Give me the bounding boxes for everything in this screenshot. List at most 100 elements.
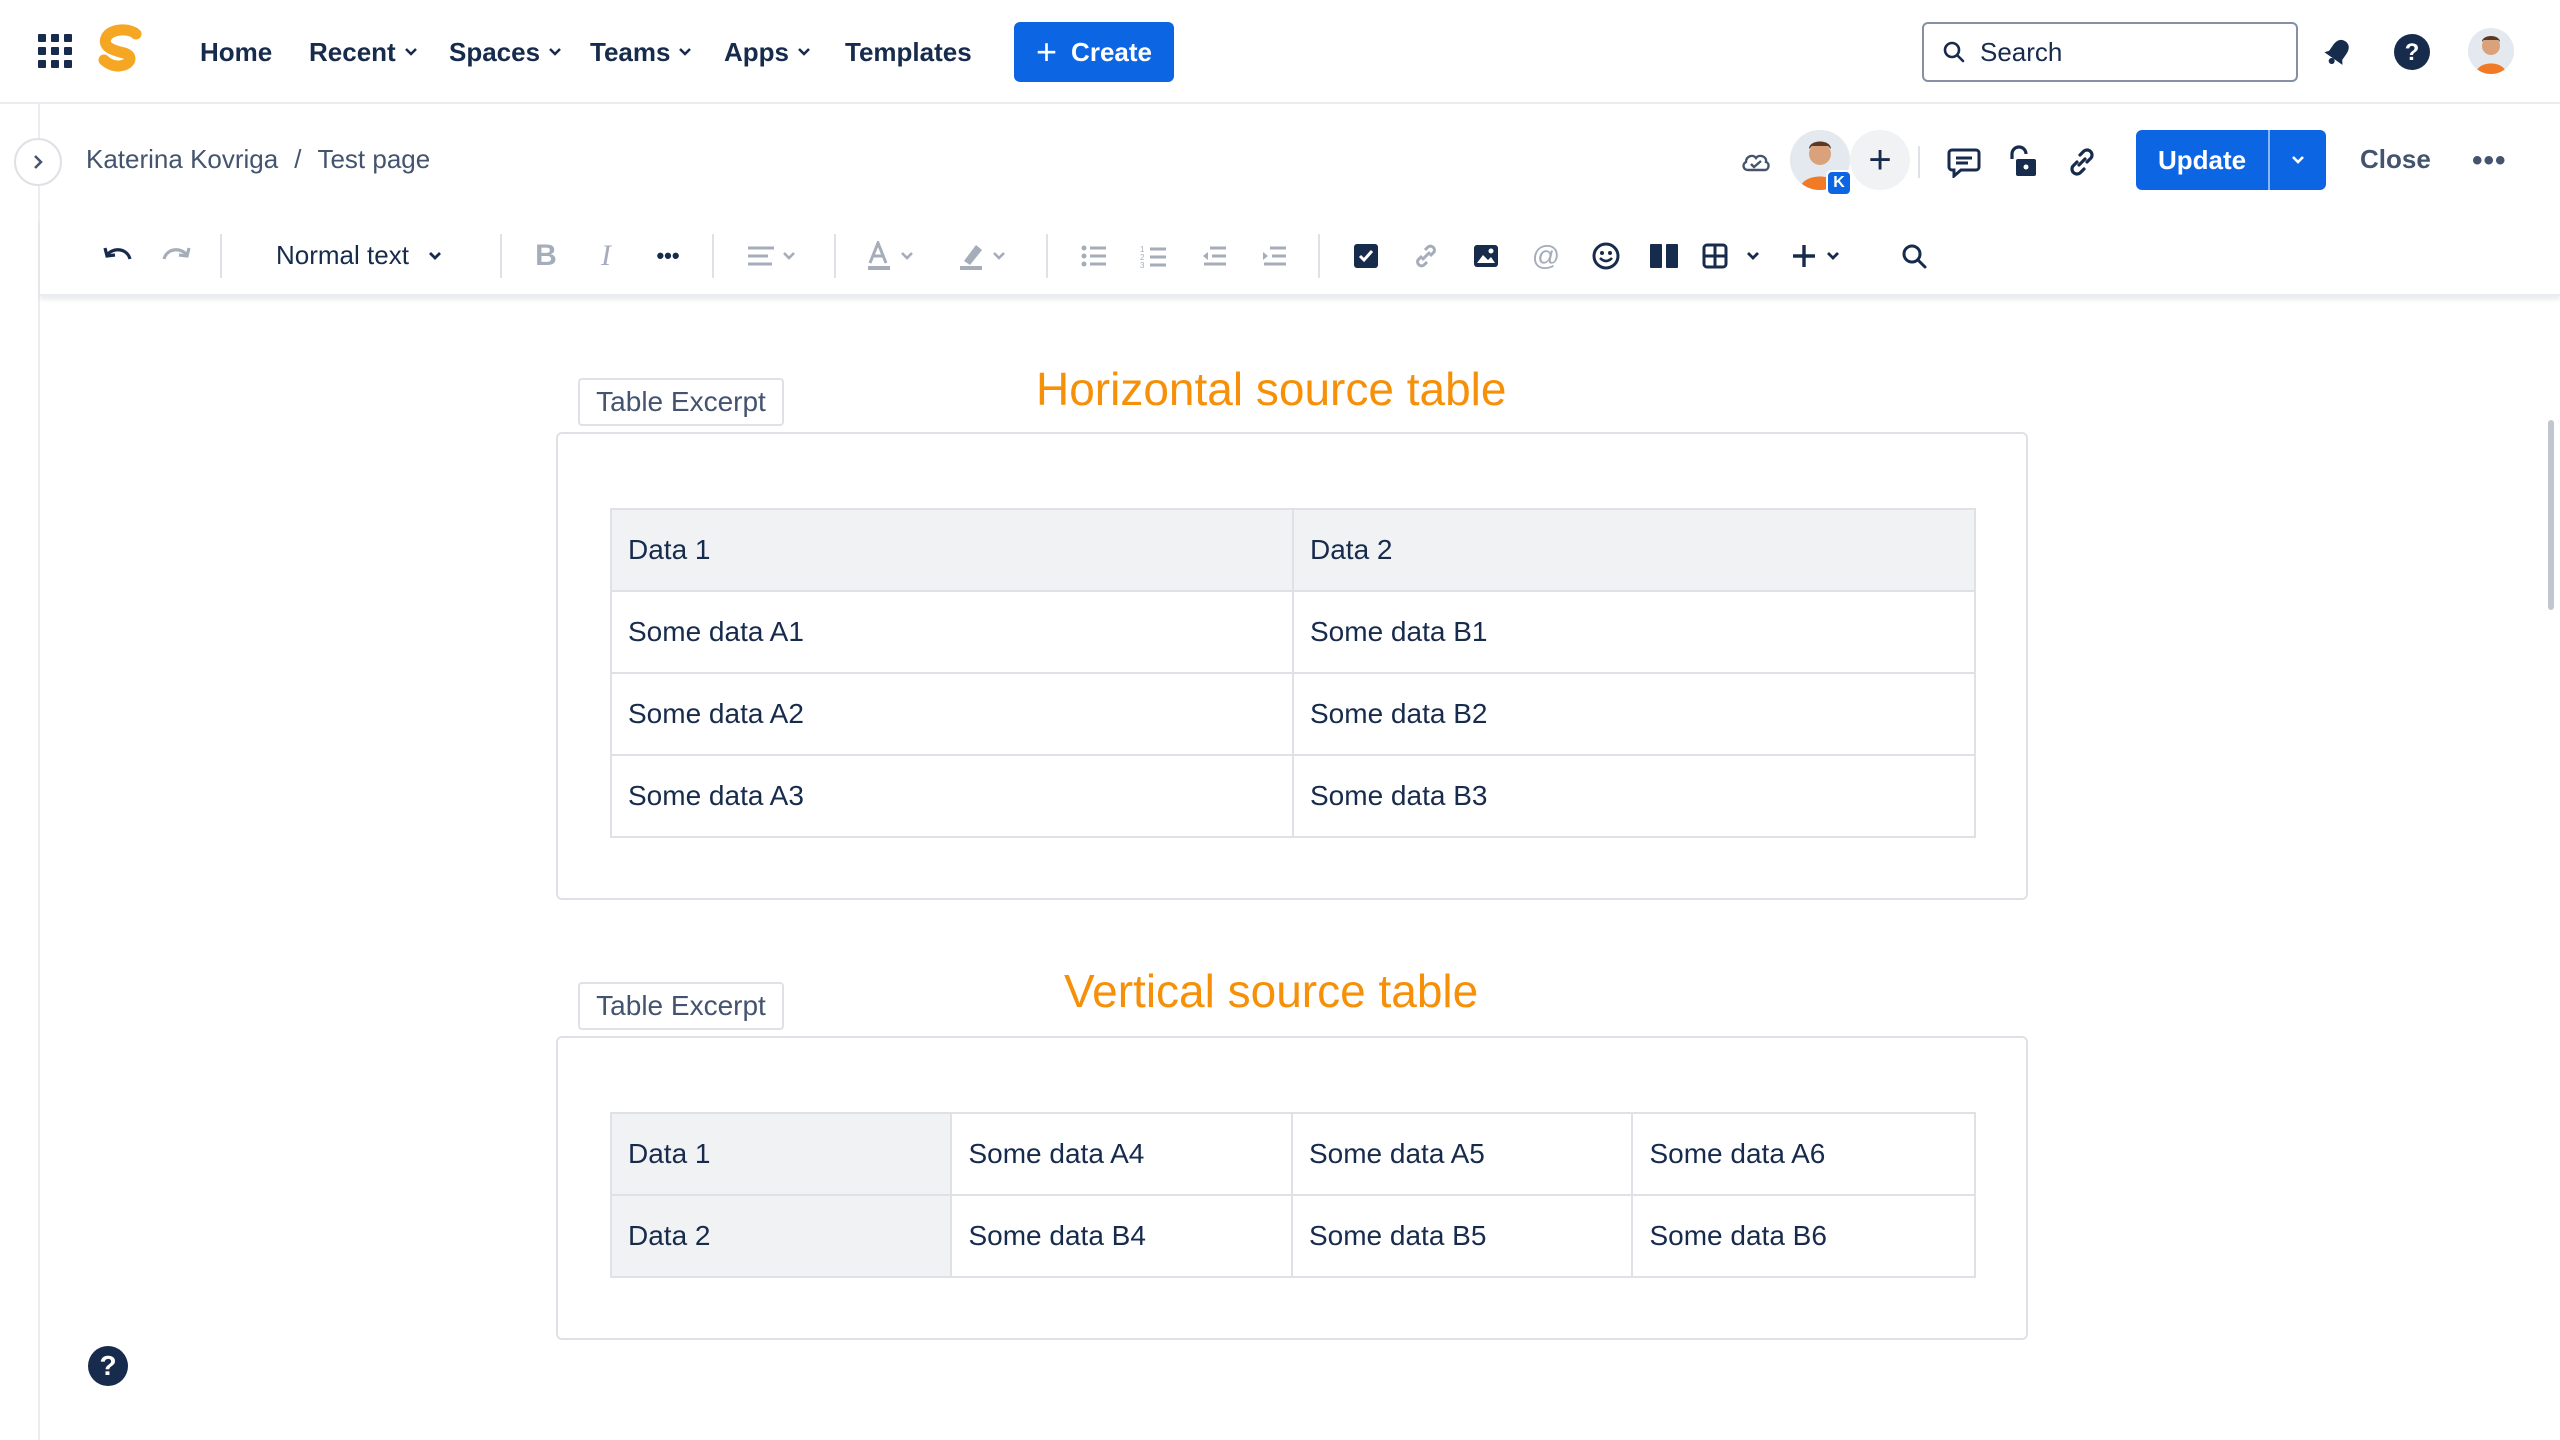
highlight-icon[interactable] (956, 236, 1016, 276)
search-placeholder: Search (1980, 36, 2063, 67)
comment-icon[interactable] (1942, 140, 1986, 184)
find-replace-icon[interactable] (1894, 236, 1934, 276)
table-cell[interactable]: Some data A5 (1290, 1112, 1634, 1196)
header-divider (1918, 146, 1920, 178)
insert-link-icon[interactable] (1406, 236, 1446, 276)
search-input[interactable]: Search (1922, 22, 2298, 82)
table-cell[interactable]: Data 2 (1292, 508, 1976, 592)
notifications-icon[interactable] (2316, 30, 2360, 74)
text-color-icon[interactable] (864, 236, 924, 276)
table-cell[interactable]: Some data B2 (1292, 672, 1976, 756)
table-cell[interactable]: Some data B1 (1292, 590, 1976, 674)
nav-apps-label: Apps (724, 37, 789, 67)
table-cell[interactable]: Some data B5 (1290, 1194, 1634, 1278)
chevron-down-icon (428, 251, 441, 260)
table-icon[interactable] (1702, 236, 1772, 276)
cloud-sync-icon[interactable] (1734, 140, 1778, 184)
outdent-icon[interactable] (1194, 236, 1234, 276)
indent-icon[interactable] (1254, 236, 1294, 276)
bold-icon[interactable]: B (528, 236, 564, 276)
table-cell[interactable]: Some data B4 (950, 1194, 1293, 1278)
image-icon[interactable] (1466, 236, 1506, 276)
table-cell[interactable]: Some data A2 (610, 672, 1294, 756)
toolbar-divider (712, 234, 714, 278)
horizontal-source-table: Data 1 Data 2 Some data A1 Some data B1 … (610, 508, 1976, 838)
toolbar-divider (1318, 234, 1320, 278)
update-button[interactable]: Update (2136, 130, 2268, 190)
toolbar-divider (1046, 234, 1048, 278)
help-button[interactable]: ? (88, 1346, 128, 1386)
nav-home[interactable]: Home (200, 34, 272, 70)
italic-icon[interactable]: I (588, 236, 624, 276)
table-excerpt-label[interactable]: Table Excerpt (578, 982, 784, 1030)
user-avatar[interactable] (2468, 28, 2514, 74)
table-row: Data 2 Some data B4 Some data B5 Some da… (609, 1194, 1976, 1278)
scrollbar-thumb[interactable] (2548, 420, 2554, 610)
redo-icon[interactable] (156, 236, 196, 276)
close-button[interactable]: Close (2360, 144, 2431, 175)
chevron-down-icon (679, 48, 692, 56)
insert-more-icon[interactable] (1790, 236, 1850, 276)
more-formatting-icon[interactable]: ••• (648, 236, 688, 276)
table-cell[interactable]: Some data B6 (1631, 1194, 1976, 1278)
search-icon (1943, 41, 1965, 63)
update-options-button[interactable] (2268, 130, 2326, 190)
help-icon[interactable]: ? (2390, 30, 2434, 74)
lock-icon[interactable] (2000, 140, 2044, 184)
table-row: Some data A2 Some data B2 (610, 672, 1976, 756)
text-align-icon[interactable] (744, 236, 804, 276)
nav-spaces[interactable]: Spaces (449, 34, 562, 70)
more-actions-icon[interactable]: ••• (2472, 144, 2507, 178)
chevron-down-icon (404, 48, 417, 56)
toolbar-divider (834, 234, 836, 278)
chevron-right-icon (34, 155, 43, 169)
nav-recent[interactable]: Recent (309, 34, 418, 70)
table-cell[interactable]: Some data B3 (1292, 754, 1976, 838)
text-style-value: Normal text (276, 240, 409, 270)
breadcrumb-space-link[interactable]: Katerina Kovriga (86, 144, 278, 175)
create-button[interactable]: + Create (1014, 22, 1174, 82)
sidebar-toggle-button[interactable] (14, 138, 62, 186)
toolbar-divider (500, 234, 502, 278)
nav-apps[interactable]: Apps (724, 34, 811, 70)
product-logo[interactable] (96, 24, 146, 78)
nav-teams[interactable]: Teams (590, 34, 692, 70)
link-icon[interactable] (2060, 140, 2104, 184)
table-row: Some data A1 Some data B1 (610, 590, 1976, 674)
nav-spaces-label: Spaces (449, 37, 541, 67)
table-cell[interactable]: Some data A3 (610, 754, 1294, 838)
bullet-list-icon[interactable] (1074, 236, 1114, 276)
table-cell[interactable]: Some data A4 (950, 1112, 1293, 1196)
nav-templates-label: Templates (845, 37, 972, 67)
vertical-table-title: Vertical source table (1064, 965, 1479, 1017)
table-row: Data 1 Data 2 (610, 508, 1976, 592)
layout-columns-icon[interactable] (1644, 236, 1684, 276)
invite-button[interactable]: + (1850, 130, 1910, 190)
table-cell[interactable]: Data 1 (610, 508, 1294, 592)
update-button-group: Update (2136, 130, 2326, 190)
numbered-list-icon[interactable]: 123 (1134, 236, 1174, 276)
table-excerpt-macro[interactable]: Data 1 Data 2 Some data A1 Some data B1 … (556, 432, 2028, 900)
table-excerpt-label[interactable]: Table Excerpt (578, 378, 784, 426)
table-cell[interactable]: Data 1 (609, 1112, 953, 1196)
emoji-icon[interactable] (1586, 236, 1626, 276)
mention-icon[interactable]: @ (1526, 236, 1566, 276)
app-switcher-icon[interactable] (38, 34, 72, 68)
text-style-select[interactable]: Normal text (276, 240, 443, 271)
table-excerpt-macro[interactable]: Data 1 Some data A4 Some data A5 Some da… (556, 1036, 2028, 1340)
breadcrumb-page-link[interactable]: Test page (317, 144, 430, 175)
table-cell[interactable]: Data 2 (609, 1194, 953, 1278)
toolbar-divider (220, 234, 222, 278)
table-cell[interactable]: Some data A1 (610, 590, 1294, 674)
collaborator-badge: K (1826, 170, 1852, 196)
undo-icon[interactable] (98, 236, 138, 276)
vertical-source-table: Data 1 Some data A4 Some data A5 Some da… (609, 1112, 1976, 1278)
nav-templates[interactable]: Templates (845, 34, 972, 70)
svg-text:3: 3 (1140, 261, 1145, 268)
svg-text:?: ? (2405, 39, 2420, 66)
breadcrumb-separator: / (294, 144, 302, 174)
nav-home-label: Home (200, 37, 273, 67)
table-cell[interactable]: Some data A6 (1631, 1112, 1976, 1196)
task-checkbox-icon[interactable] (1346, 236, 1386, 276)
horizontal-table-title: Horizontal source table (1036, 363, 1507, 415)
